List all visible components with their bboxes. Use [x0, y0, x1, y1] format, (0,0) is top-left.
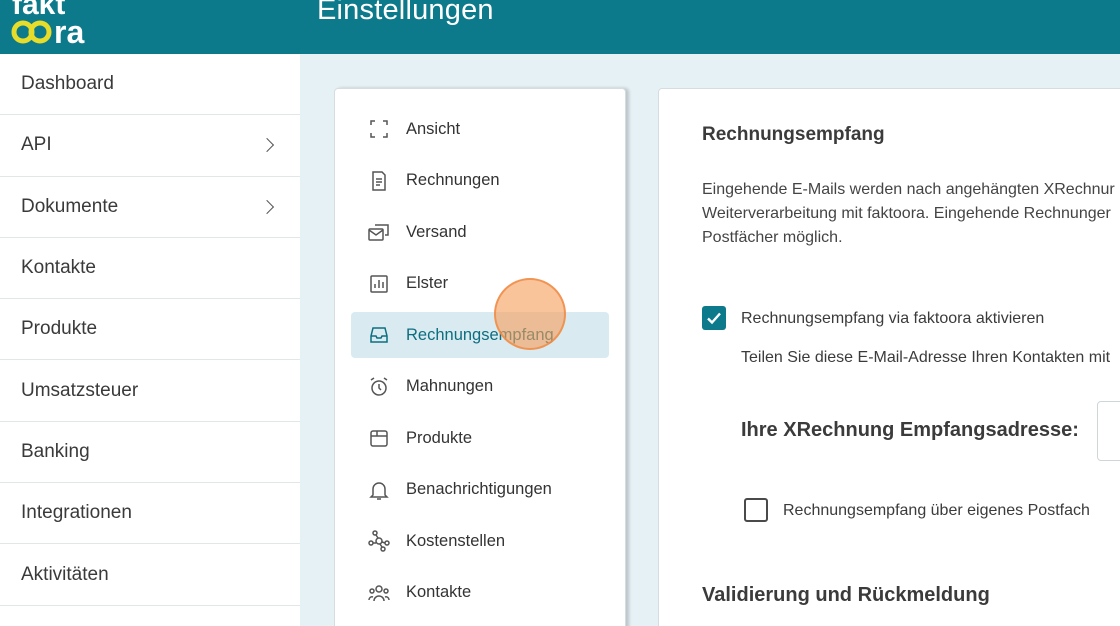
inbox-icon: [370, 327, 388, 343]
sidebar-item-dokumente[interactable]: Dokumente: [0, 177, 300, 238]
sidebar-item-label: Umsatzsteuer: [21, 379, 139, 401]
sidebar-item-label: API: [21, 134, 52, 156]
sidebar-item-label: Kontakte: [21, 257, 96, 279]
sidebar-item-banking[interactable]: Banking: [0, 422, 300, 484]
enable-receipt-label[interactable]: Rechnungsempfang via faktoora aktivieren: [741, 310, 1044, 328]
sidebar-item-label: Dokumente: [21, 195, 119, 217]
content-panel: Rechnungsempfang Eingehende E-Mails werd…: [658, 88, 1120, 626]
sidebar-item-label: Aktivitäten: [21, 563, 109, 585]
settings-item-label: Elster: [406, 274, 449, 292]
faktoora-logo[interactable]: fakt ra: [10, 0, 130, 52]
settings-item-ansicht[interactable]: Ansicht: [351, 106, 609, 152]
description-line: Eingehende E-Mails werden nach angehängt…: [702, 181, 1115, 198]
main-sidebar: Dashboard API Dokumente Kontakte Produkt…: [0, 54, 300, 626]
description-line: Weiterverarbeitung mit faktoora. Eingehe…: [702, 205, 1111, 222]
invoice-icon: [372, 170, 386, 191]
sidebar-item-dashboard[interactable]: Dashboard: [0, 54, 300, 116]
settings-menu: Ansicht Rechnungen Versand Elster Rechnu…: [334, 88, 626, 626]
sidebar-item-label: Banking: [21, 440, 90, 462]
sidebar-item-integrationen[interactable]: Integrationen: [0, 483, 300, 545]
own-mailbox-label[interactable]: Rechnungsempfang über eigenes Postfach: [783, 502, 1090, 520]
settings-item-label: Rechnungsempfang: [406, 325, 554, 344]
own-mailbox-checkbox[interactable]: [744, 498, 768, 522]
settings-item-label: Kontakte: [406, 583, 472, 601]
settings-item-benachrichtigungen[interactable]: Benachrichtigungen: [351, 467, 609, 513]
send-mail-icon: [368, 224, 389, 241]
bell-icon: [369, 481, 389, 500]
share-hint: Teilen Sie diese E-Mail-Adresse Ihren Ko…: [741, 349, 1111, 366]
settings-item-mahnungen[interactable]: Mahnungen: [351, 364, 609, 410]
settings-item-label: Ansicht: [406, 119, 461, 138]
section-title-validation: Validierung und Rückmeldung: [702, 584, 990, 606]
settings-item-label: Versand: [406, 222, 467, 241]
settings-item-rechnungen[interactable]: Rechnungen: [351, 158, 609, 204]
sidebar-item-api[interactable]: API: [0, 115, 300, 177]
settings-item-rechnungsempfang[interactable]: Rechnungsempfang: [351, 312, 609, 358]
address-label: Ihre XRechnung Empfangsadresse:: [741, 419, 1079, 441]
alarm-icon: [370, 376, 388, 396]
settings-item-elster[interactable]: Elster: [351, 261, 609, 307]
settings-item-label: Benachrichtigungen: [406, 480, 552, 498]
sidebar-item-kontakte[interactable]: Kontakte: [0, 238, 300, 300]
settings-item-produkte[interactable]: Produkte: [351, 415, 609, 461]
sidebar-item-umsatzsteuer[interactable]: Umsatzsteuer: [0, 360, 300, 422]
settings-item-label: Mahnungen: [406, 377, 494, 395]
checkmark-icon: [707, 312, 721, 325]
page-title: Einstellungen: [317, 0, 494, 26]
network-icon: [368, 530, 390, 552]
top-bar: fakt ra Einstellungen: [0, 0, 1120, 54]
chevron-right-icon: [259, 138, 275, 153]
section-title: Rechnungsempfang: [702, 124, 885, 145]
address-field[interactable]: [1097, 401, 1120, 461]
sidebar-item-produkte[interactable]: Produkte: [0, 299, 300, 361]
sidebar-item-label: Dashboard: [21, 73, 114, 95]
chevron-right-icon: [259, 199, 275, 214]
sidebar-item-label: Integrationen: [21, 502, 132, 524]
settings-item-versand[interactable]: Versand: [351, 209, 609, 255]
settings-item-label: Produkte: [406, 428, 473, 447]
chart-icon: [370, 274, 388, 293]
sidebar-item-aktivitaeten[interactable]: Aktivitäten: [0, 544, 300, 606]
people-icon: [368, 584, 390, 601]
settings-item-kontakte[interactable]: Kontakte: [351, 570, 609, 616]
fullscreen-icon: [370, 120, 388, 138]
settings-item-kostenstellen[interactable]: Kostenstellen: [351, 518, 609, 564]
sidebar-item-label: Produkte: [21, 318, 98, 340]
settings-item-label: Kostenstellen: [406, 531, 506, 550]
box-icon: [370, 430, 388, 447]
svg-text:ra: ra: [54, 14, 84, 50]
description-line: Postfächer möglich.: [702, 229, 843, 246]
settings-item-label: Rechnungen: [406, 171, 500, 189]
enable-receipt-checkbox[interactable]: [702, 306, 726, 330]
